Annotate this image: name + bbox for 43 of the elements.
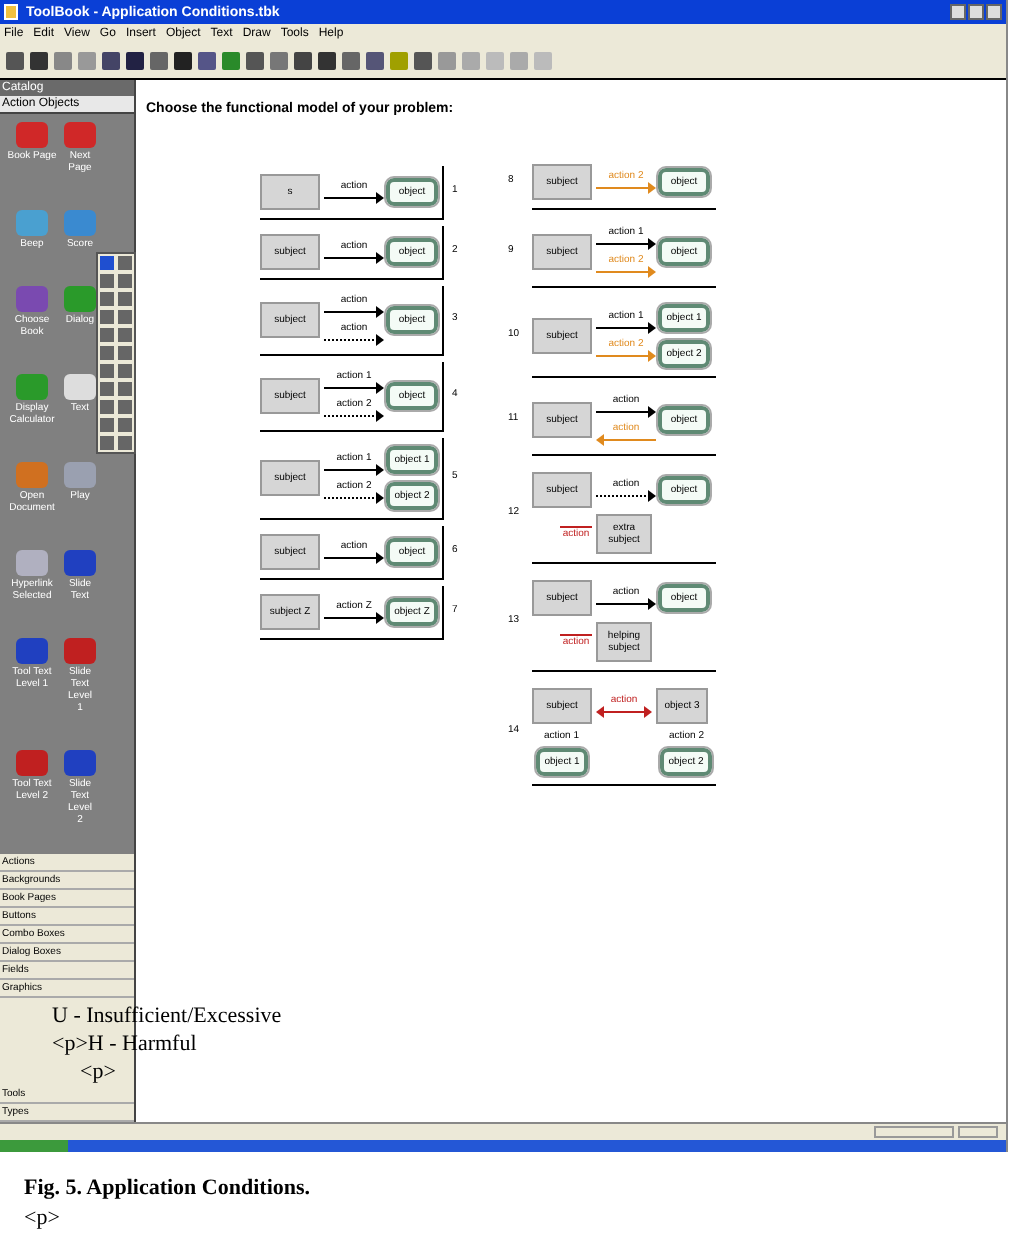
arrow	[596, 237, 656, 249]
arrow	[324, 381, 384, 393]
arrow	[324, 551, 384, 563]
arrow	[324, 251, 384, 263]
arrow	[596, 705, 652, 717]
arrow	[596, 265, 656, 277]
tool-icon[interactable]	[64, 373, 96, 400]
tool-icon[interactable]	[16, 121, 48, 148]
link-line	[560, 526, 592, 528]
arrow	[324, 305, 384, 317]
close-button[interactable]	[986, 4, 1002, 20]
arrow	[324, 491, 384, 503]
tool-icon[interactable]	[16, 637, 48, 664]
arrow	[596, 321, 656, 333]
arrow	[596, 181, 656, 193]
paragraph-tag: <p>	[24, 1206, 60, 1234]
minimize-button[interactable]	[950, 4, 966, 20]
arrow	[324, 463, 384, 475]
tool-icon[interactable]	[16, 285, 48, 312]
arrow	[324, 409, 384, 421]
tool-icon[interactable]	[16, 749, 48, 776]
figure-caption: Fig. 5. Application Conditions.	[24, 1176, 311, 1204]
tool-icon[interactable]	[16, 549, 48, 576]
arrow	[596, 489, 656, 501]
legend-text: <p>	[80, 1060, 116, 1088]
arrow	[596, 433, 656, 445]
tool-icon[interactable]	[64, 637, 96, 664]
arrow	[324, 611, 384, 623]
start-button[interactable]	[0, 1140, 68, 1152]
tool-icon[interactable]	[64, 749, 96, 776]
tool-icon[interactable]	[64, 549, 96, 576]
link-line	[560, 634, 592, 636]
arrow	[596, 405, 656, 417]
tool-icon[interactable]	[16, 209, 48, 236]
maximize-button[interactable]	[968, 4, 984, 20]
arrow	[324, 333, 384, 345]
app-icon	[4, 4, 18, 20]
tool-icon[interactable]	[64, 461, 96, 488]
tool-icon[interactable]	[64, 121, 96, 148]
arrow	[596, 349, 656, 361]
arrow	[596, 597, 656, 609]
pointer-icon[interactable]	[100, 256, 114, 270]
arrow	[324, 191, 384, 203]
